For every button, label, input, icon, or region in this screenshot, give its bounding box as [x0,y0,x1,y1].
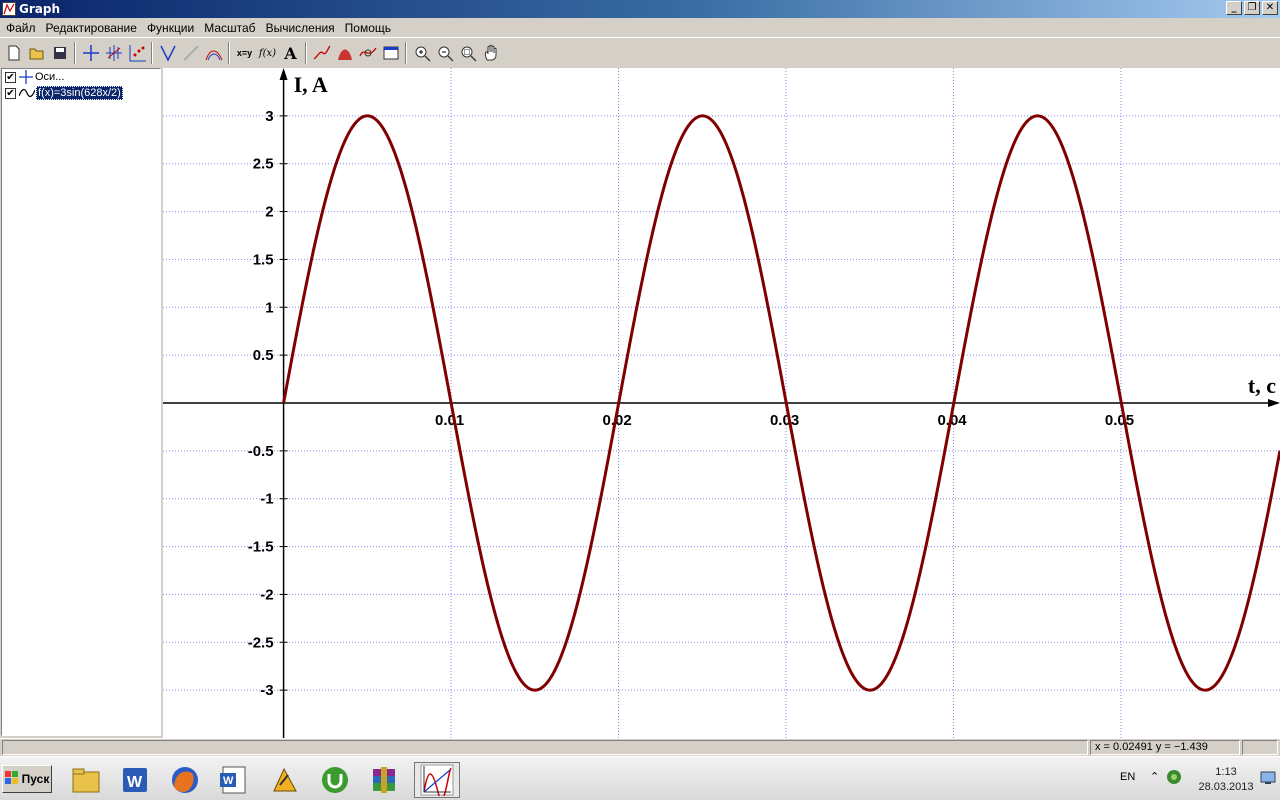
y-tick-label: 1.5 [253,251,274,268]
start-label: Пуск [21,772,50,786]
tree-item-function-label: f(x)=3sin(628x/2) [36,86,123,100]
axes-checkbox[interactable]: ✔ [5,71,16,83]
point-series-icon[interactable] [125,42,148,65]
show-hidden-icons-icon[interactable]: ⌃ [1150,770,1159,783]
pan-hand-icon[interactable] [479,42,502,65]
menu-file[interactable]: Файл [2,21,42,35]
start-button[interactable]: Пуск [2,765,52,793]
status-pane-extra [1242,740,1278,755]
evaluate-icon[interactable] [356,42,379,65]
y-tick-label: -3 [260,682,273,699]
axes-icon[interactable] [79,42,102,65]
menu-bar: Файл Редактирование Функции Масштаб Вычи… [0,18,1280,37]
x-tick-label: 0.01 [435,412,464,429]
table-icon[interactable] [379,42,402,65]
zoom-out-icon[interactable] [433,42,456,65]
menu-help[interactable]: Помощь [341,21,397,35]
tree-item-axes-label: Оси... [35,71,65,83]
taskbar: Пуск W W EN ⌃ 1:13 28.03.2013 [0,756,1280,800]
clock-time: 1:13 [1215,766,1237,778]
minimize-button[interactable]: _ [1226,1,1242,15]
grid-axes-icon[interactable] [102,42,125,65]
graph-taskbar-icon[interactable] [414,762,460,798]
shading-icon[interactable] [202,42,225,65]
show-desktop-icon[interactable] [1260,771,1276,788]
tree-item-axes[interactable]: ✔ Оси... [2,69,160,85]
menu-functions[interactable]: Функции [143,21,200,35]
graph-app-icon [2,2,16,16]
cursor-coordinates: x = 0.02491 y = −1.439 [1090,740,1240,755]
area-shading-icon[interactable] [333,42,356,65]
y-tick-label: -1 [260,491,273,508]
trendline-icon[interactable] [310,42,333,65]
function-list-panel: ✔ Оси... ✔ f(x)=3sin(628x/2) [1,68,161,736]
toolbar-separator [228,42,230,64]
y-tick-label: -1.5 [248,539,274,556]
svg-text:W: W [127,774,143,791]
text-label-icon[interactable]: A [279,42,302,65]
toolbar-separator [151,42,153,64]
app-taskbar-icon[interactable] [265,762,305,798]
security-tray-icon[interactable] [1166,769,1182,788]
system-clock[interactable]: 1:13 28.03.2013 [1196,765,1256,795]
toolbar-separator [305,42,307,64]
firefox-taskbar-icon[interactable] [165,762,205,798]
utorrent-taskbar-icon[interactable] [315,762,355,798]
axes-icon [18,70,34,84]
new-file-icon[interactable] [2,42,25,65]
y-axis-title: I, A [294,72,328,97]
explorer-taskbar-icon[interactable] [66,762,106,798]
clock-date: 28.03.2013 [1198,781,1254,793]
windows-logo-icon [4,770,19,788]
function-curve-icon [18,86,36,100]
menu-zoom[interactable]: Масштаб [200,21,261,35]
y-axis-arrow [279,68,288,80]
keyboard-language-indicator[interactable]: EN [1120,771,1135,783]
zoom-in-icon[interactable] [410,42,433,65]
toolbar-separator [405,42,407,64]
save-icon[interactable] [48,42,71,65]
status-bar: x = 0.02491 y = −1.439 [0,738,1280,756]
x-tick-label: 0.03 [770,412,799,429]
menu-edit[interactable]: Редактирование [42,21,143,35]
zoom-window-icon[interactable] [456,42,479,65]
y-tick-label: 2 [265,204,273,221]
plot-area[interactable]: 0.01 0.02 0.03 0.04 0.05 3 2.5 2 1.5 1 0.5 -0.5 -1 -1… [163,68,1280,738]
svg-text:W: W [223,775,234,787]
function-checkbox[interactable]: ✔ [5,87,16,99]
restore-button[interactable]: ❐ [1244,1,1260,15]
tree-item-function[interactable]: ✔ f(x)=3sin(628x/2) [2,85,160,101]
y-tick-label: 1 [265,299,273,316]
x-tick-label: 0.05 [1105,412,1134,429]
y-tick-label: 0.5 [253,347,274,364]
menu-calculate[interactable]: Вычисления [262,21,341,35]
x-axis-title: t, c [1248,373,1276,398]
toolbar-separator [74,42,76,64]
winrar-taskbar-icon[interactable] [364,762,404,798]
window-title: Graph [19,2,60,16]
y-tick-label: 3 [265,108,273,125]
y-tick-label: -2.5 [248,634,274,651]
tangent-icon[interactable] [179,42,202,65]
toolbar: x=y f(x) A [0,37,1280,68]
graph-canvas[interactable]: 0.01 0.02 0.03 0.04 0.0532.521.510.5-0.5-1-1… [163,68,1280,738]
y-tick-label: -0.5 [248,443,274,460]
y-tick-label: -2 [260,586,273,603]
word-document-taskbar-icon[interactable]: W [213,762,253,798]
word-taskbar-icon[interactable]: W [115,762,155,798]
open-folder-icon[interactable] [25,42,48,65]
close-button[interactable]: ✕ [1262,1,1278,15]
status-pane-main [2,740,1088,755]
insert-function-icon[interactable] [156,42,179,65]
function-fx-icon[interactable]: f(x) [256,42,279,65]
x-axis-arrow [1268,399,1280,407]
point-series-xy-icon[interactable]: x=y [233,42,256,65]
y-tick-label: 2.5 [253,156,274,173]
title-bar: Graph _ ❐ ✕ [0,0,1280,18]
